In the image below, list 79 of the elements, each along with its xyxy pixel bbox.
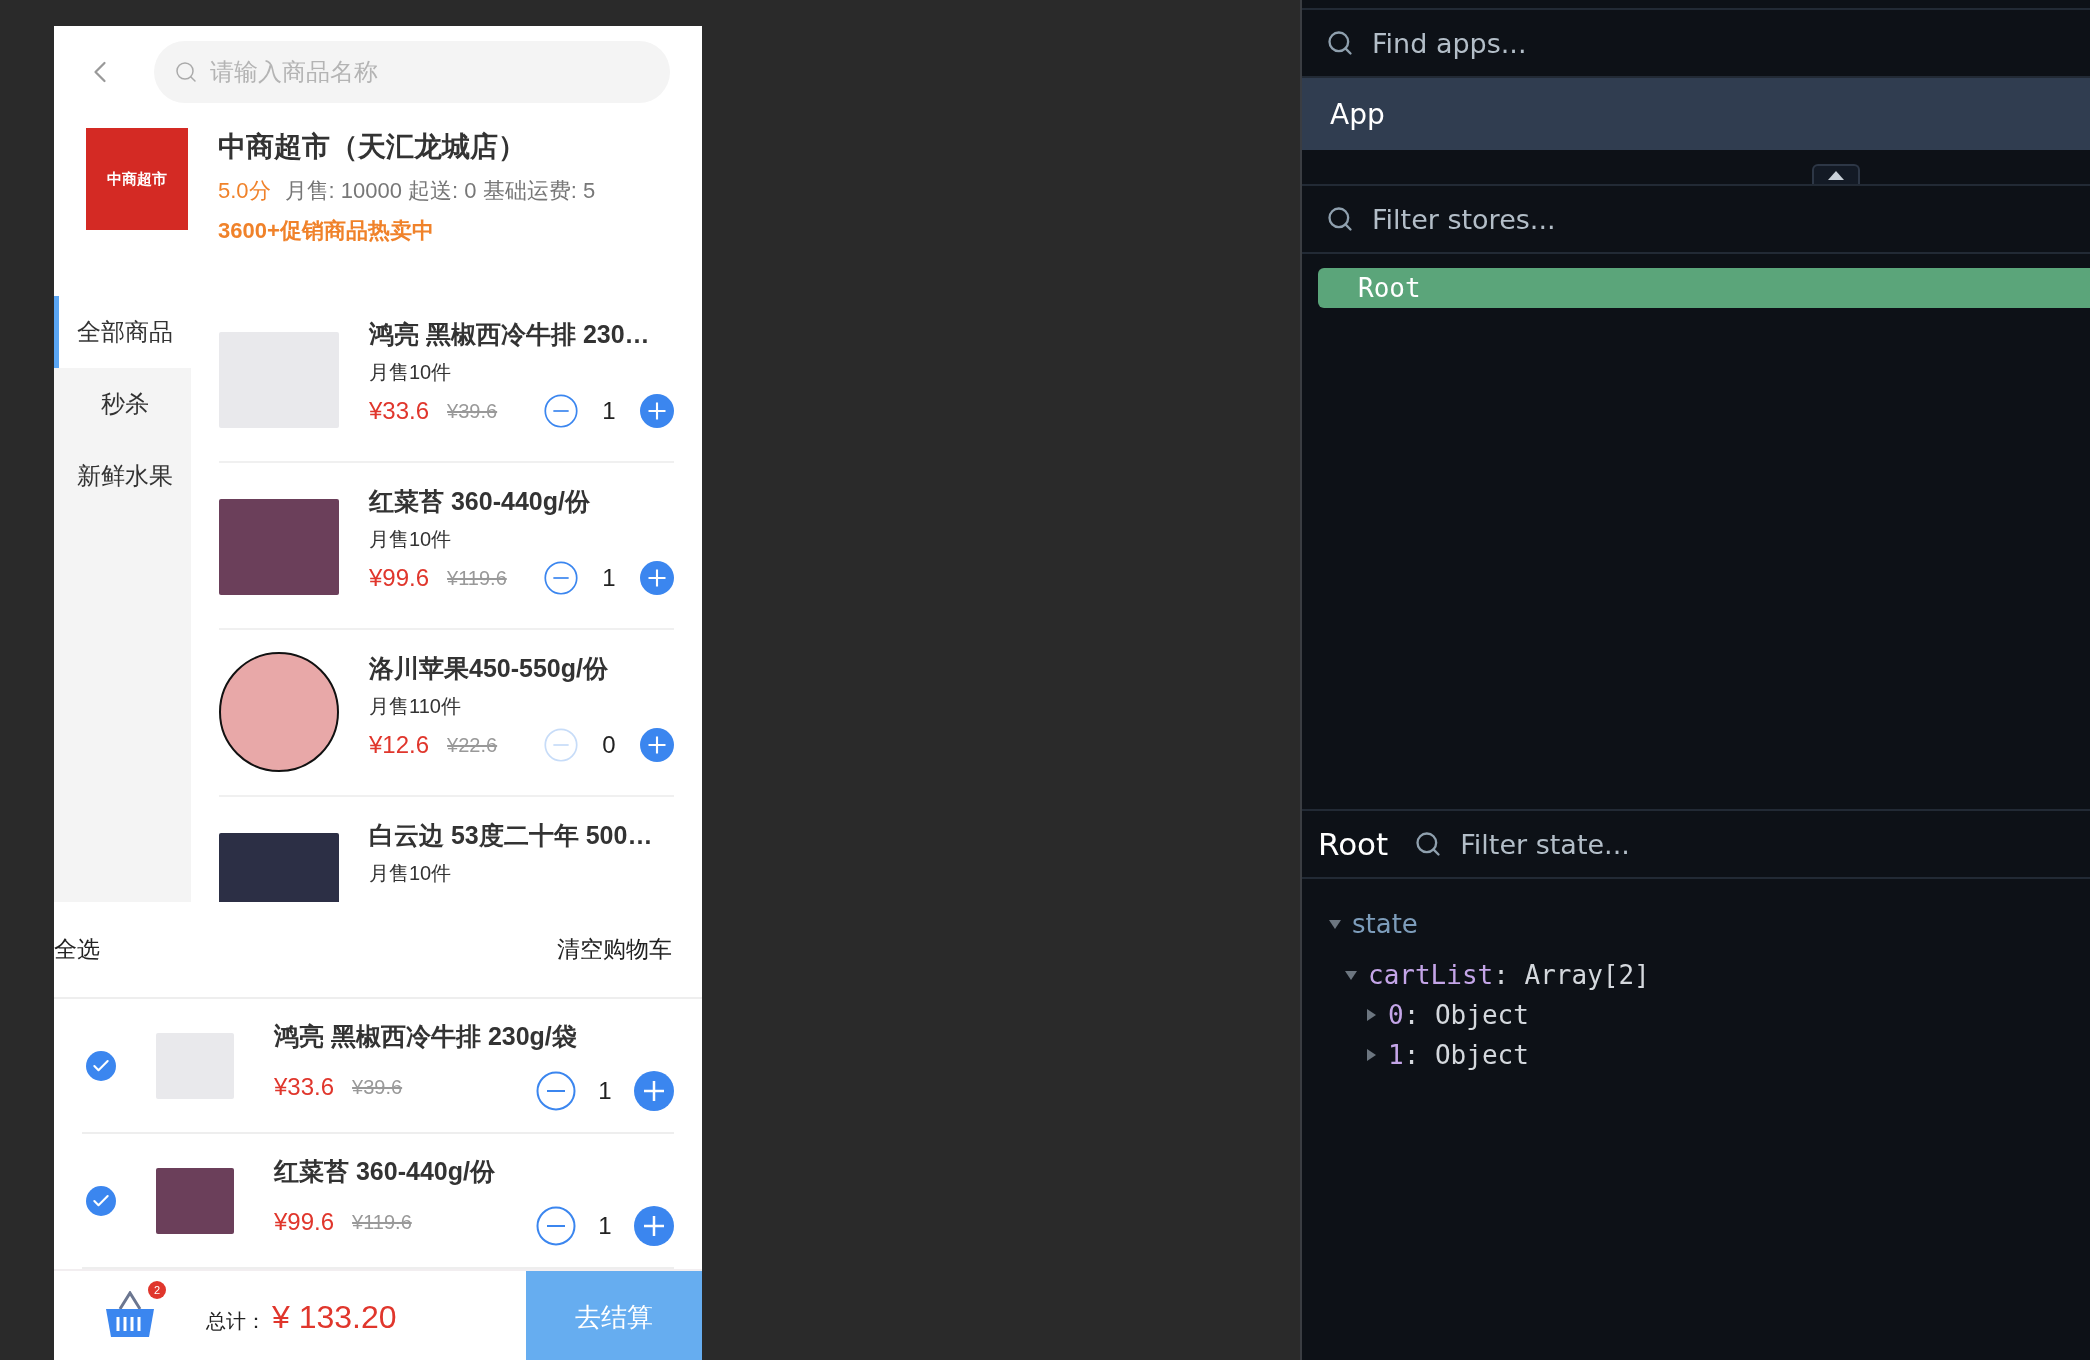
state-panel-title: Root	[1318, 826, 1389, 862]
collapsed-triangle-icon[interactable]	[1364, 1008, 1378, 1022]
clear-cart-link[interactable]: 清空购物车	[557, 934, 672, 965]
product-name: 白云边 53度二十年 500…	[369, 820, 654, 851]
product-price: ¥99.6	[369, 564, 430, 592]
expanded-triangle-icon[interactable]	[1344, 968, 1358, 982]
product-name: 红菜苔 360-440g/份	[369, 486, 591, 517]
decrease-button[interactable]	[544, 561, 578, 595]
quantity: 0	[602, 731, 616, 759]
expanded-triangle-icon[interactable]	[1328, 917, 1342, 931]
category-item[interactable]: 全部商品	[54, 296, 191, 368]
monthly-sales: 月售10件	[369, 527, 453, 552]
search-icon	[1414, 830, 1443, 858]
state-search-field[interactable]: Filter state...	[1458, 827, 2090, 861]
tree-node-label[interactable]: cartList: Array[2]	[1368, 960, 1650, 990]
product-price: ¥33.6	[274, 1073, 335, 1101]
product-name: 红菜苔 360-440g/份	[274, 1156, 496, 1187]
increase-button[interactable]	[634, 1071, 674, 1111]
original-price: ¥119.6	[447, 566, 507, 590]
product-name: 鸿亮 黑椒西冷牛排 230g/袋	[274, 1021, 578, 1052]
tree-node-label[interactable]: 0: Object	[1388, 1000, 1529, 1030]
product-name: 鸿亮 黑椒西冷牛排 230…	[369, 319, 651, 350]
store-search-field[interactable]: Filter stores...	[1370, 202, 2090, 236]
total-label: 总计：	[206, 1308, 266, 1334]
cart-count-badge: 2	[148, 1281, 166, 1299]
original-price: ¥39.6	[352, 1075, 403, 1099]
category-item[interactable]: 秒杀	[54, 368, 191, 440]
plus-icon	[634, 1206, 674, 1246]
select-all-link[interactable]: 全选	[54, 934, 100, 965]
increase-button[interactable]	[640, 561, 674, 595]
original-price: ¥22.6	[447, 733, 498, 757]
monthly-sales: 月售110件	[369, 694, 462, 719]
search-icon	[1326, 205, 1354, 233]
app-search-field[interactable]: Find apps...	[1370, 26, 2090, 60]
plus-icon	[640, 728, 674, 762]
quantity: 1	[602, 397, 616, 425]
decrease-button[interactable]	[536, 1206, 576, 1246]
product-price: ¥12.6	[369, 731, 430, 759]
plus-icon	[640, 394, 674, 428]
store-name: 中商超市（天汇龙城店）	[218, 130, 527, 164]
store-logo: 中商超市	[86, 128, 188, 230]
collapse-handle[interactable]	[1812, 164, 1860, 184]
quantity: 1	[598, 1077, 612, 1105]
monthly-sales: 月售10件	[369, 360, 453, 385]
total-price: ¥ 133.20	[272, 1298, 397, 1336]
tree-node-label[interactable]: 1: Object	[1388, 1040, 1529, 1070]
quantity: 1	[602, 564, 616, 592]
monthly-sales: 月售10件	[369, 861, 453, 886]
quantity: 1	[598, 1212, 612, 1240]
checkbox[interactable]	[86, 1050, 116, 1081]
minus-icon	[536, 1071, 576, 1111]
product-price: ¥33.6	[369, 397, 430, 425]
store-rating: 5.0分	[218, 177, 271, 205]
minus-icon	[544, 728, 578, 762]
minus-icon	[544, 561, 578, 595]
original-price: ¥119.6	[352, 1210, 412, 1234]
decrease-button[interactable]	[536, 1071, 576, 1111]
search-icon	[1326, 29, 1354, 57]
checkbox[interactable]	[86, 1185, 116, 1216]
decrease-button[interactable]	[544, 394, 578, 428]
app-list-item[interactable]: App	[1302, 78, 2090, 150]
minus-icon	[544, 394, 578, 428]
minus-icon	[536, 1206, 576, 1246]
product-price: ¥99.6	[274, 1208, 335, 1236]
plus-icon	[634, 1071, 674, 1111]
product-name: 洛川苹果450-550g/份	[369, 653, 609, 684]
basket-icon[interactable]	[104, 1291, 156, 1339]
increase-button[interactable]	[634, 1206, 674, 1246]
increase-button[interactable]	[640, 728, 674, 762]
increase-button[interactable]	[640, 394, 674, 428]
store-stats: 月售: 10000 起送: 0 基础运费: 5	[284, 177, 596, 205]
collapsed-triangle-icon[interactable]	[1364, 1048, 1378, 1062]
search-icon	[174, 60, 198, 84]
plus-icon	[640, 561, 674, 595]
promo-text: 3600+促销商品热卖中	[218, 217, 435, 245]
original-price: ¥39.6	[447, 399, 498, 423]
tree-node-label[interactable]: state	[1352, 909, 1418, 939]
category-item[interactable]: 新鲜水果	[54, 440, 191, 512]
search-field[interactable]: 请输入商品名称	[154, 41, 670, 103]
